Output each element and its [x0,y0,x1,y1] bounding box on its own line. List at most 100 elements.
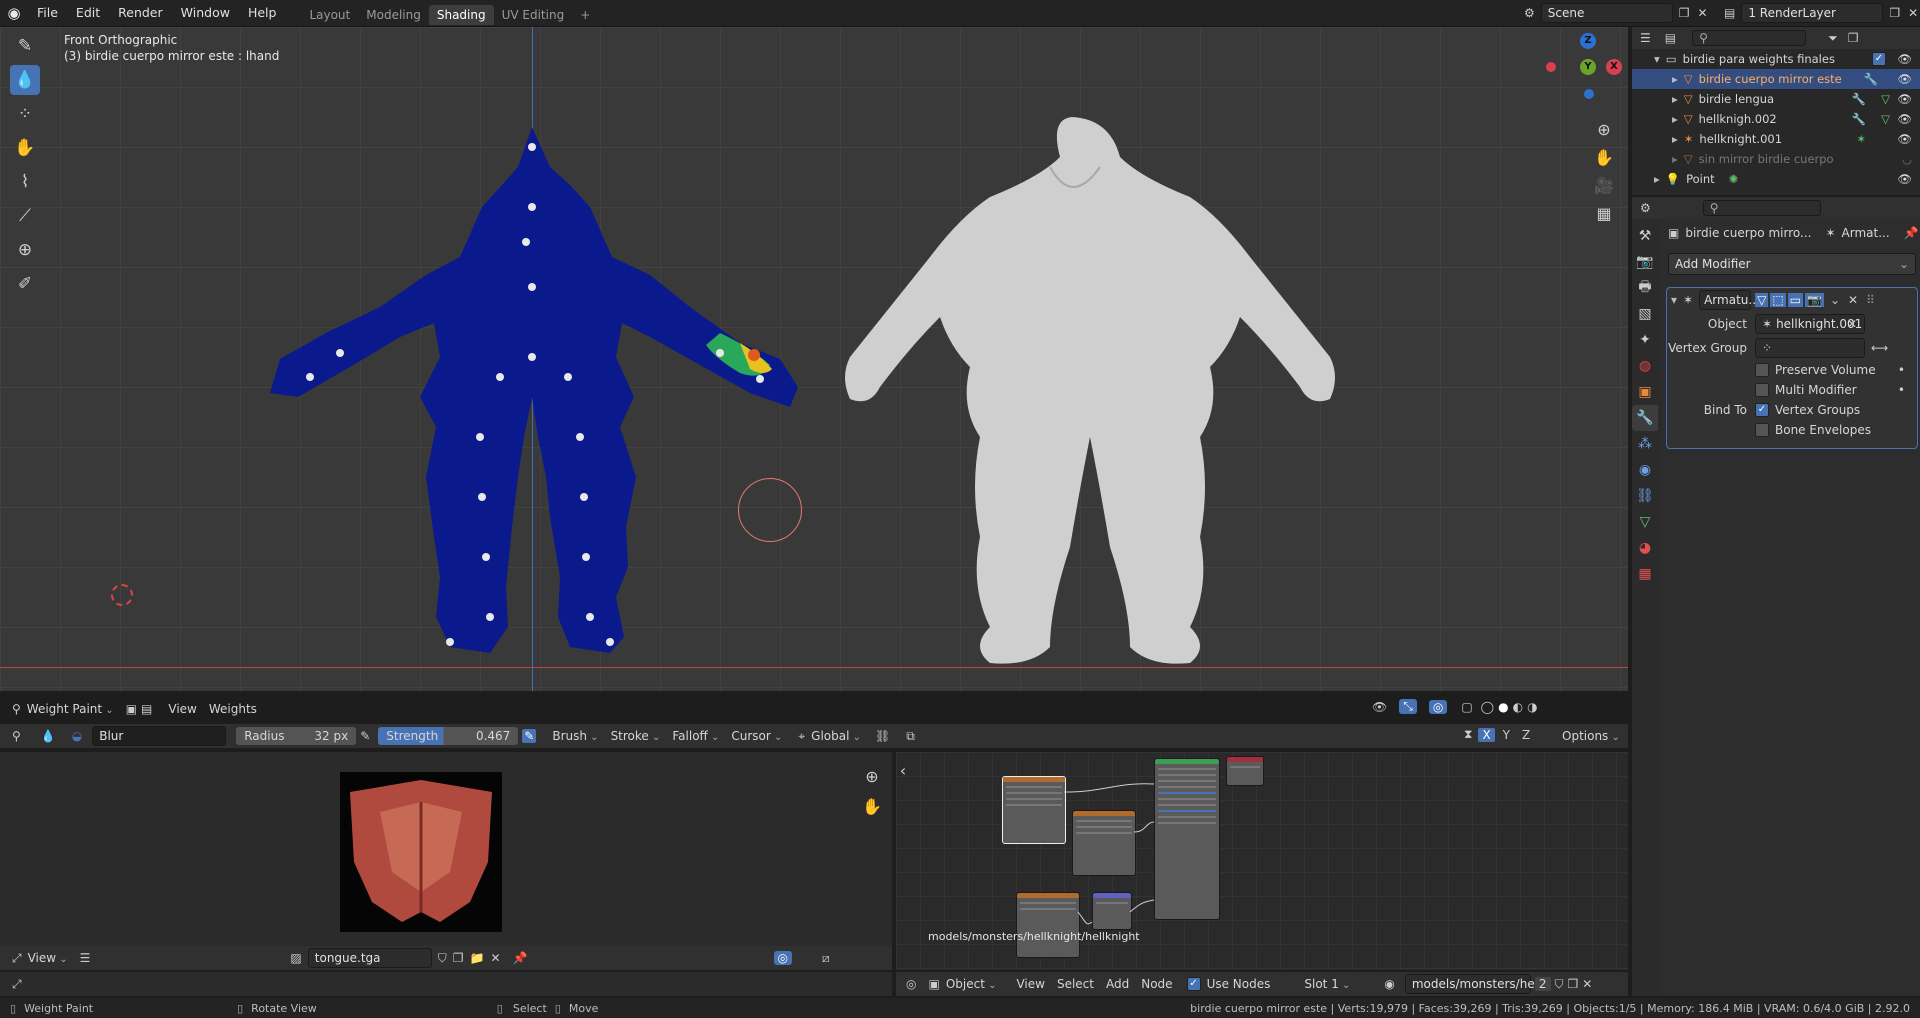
visibility-icon[interactable]: 👁 [1372,700,1387,714]
edit-cage-icon[interactable]: ▽ [1755,293,1769,307]
draw-brush-icon[interactable]: ✎ [10,31,40,61]
image-name-field[interactable]: tongue.tga [307,948,432,968]
node-menu-node[interactable]: Node [1135,974,1178,994]
copy-layer-icon[interactable]: ❐ [1889,6,1900,20]
preserve-volume-checkbox[interactable] [1755,363,1769,377]
weight-paint-mesh[interactable] [250,97,810,677]
fake-user-icon[interactable]: ⛉ [438,951,447,966]
tab-shading[interactable]: Shading [428,4,494,25]
editor-type-icon[interactable]: ⤢ [12,951,22,966]
stroke-menu[interactable]: Stroke [605,726,667,746]
overlay-toggle-icon[interactable]: ◎ [1428,699,1448,714]
average-brush-icon[interactable]: ⁘ [10,99,40,129]
sample-weight-icon[interactable]: ⌇ [10,167,40,197]
mesh-data-icon[interactable]: ▽ [1881,109,1890,129]
scene-icon[interactable]: ⚙ [1524,6,1535,20]
axis-z-toggle[interactable]: Z [1518,728,1534,742]
zoom-icon[interactable]: ⊕ [1590,115,1618,143]
blur-brush-icon[interactable]: 💧 [10,65,40,95]
outliner-item-birdie-lengua[interactable]: ▸ ▽ birdie lengua 🔧 ▽ 👁 [1632,89,1920,109]
node-menu-select[interactable]: Select [1051,974,1100,994]
outliner-item-birdie-cuerpo[interactable]: ▸ ▽ birdie cuerpo mirror este 🔧 👁 [1632,69,1920,89]
radius-pressure-icon[interactable]: ✎ [360,729,370,743]
annotate-icon[interactable]: ✐ [10,269,40,299]
expand-item-icon[interactable]: ▸ [1654,169,1660,189]
physics-tab-icon[interactable]: ◉ [1632,457,1658,483]
strength-pressure-icon[interactable]: ✎ [522,729,537,743]
modifier-wrench-icon[interactable]: 🔧 [1852,109,1866,129]
tab-layout[interactable]: Layout [301,5,358,25]
menu-file[interactable]: File [28,0,67,26]
use-nodes-checkbox[interactable]: ✓ [1186,977,1201,991]
expand-item-icon[interactable]: ▸ [1672,129,1678,149]
gizmo-neg-x[interactable] [1546,62,1556,72]
gizmo-neg-z[interactable] [1584,89,1594,99]
image-view-menu[interactable]: View [22,948,74,968]
axis-x-toggle[interactable]: X [1478,727,1495,742]
outliner-item-hellknight-001[interactable]: ▸ ✶ hellknight.001 ✶ 👁 [1632,129,1920,149]
new-collection-icon[interactable]: ❐ [1848,31,1859,45]
expand-item-icon[interactable]: ▸ [1672,109,1678,129]
brush-preview-icon[interactable]: ◒ [72,729,82,743]
object-tab-icon[interactable]: ▣ [1632,379,1658,405]
brush-name-field[interactable]: Blur [92,726,227,746]
node-menu-view[interactable]: View [1010,974,1050,994]
snap-icon[interactable]: ⧉ [906,729,915,744]
outliner-search[interactable]: ⚲ [1692,30,1807,46]
expand-item-icon[interactable]: ▸ [1672,89,1678,109]
material-shading-icon[interactable]: ◐ [1513,700,1523,714]
render-layer-field[interactable]: 1 RenderLayer [1741,3,1884,23]
unlink-image-icon[interactable]: ✕ [491,951,501,965]
item-visibility-icon[interactable]: 👁 [1897,89,1912,109]
modifier-tab-icon[interactable]: 🔧 [1632,405,1658,431]
menu-view[interactable]: View [162,699,202,719]
preserve-volume-row[interactable]: Preserve Volume • [1667,360,1917,380]
delete-layer-icon[interactable]: ✕ [1908,6,1918,20]
properties-editor-icon[interactable]: ⚙ [1640,201,1651,215]
outliner-item-sin-mirror[interactable]: ▸ ▽ sin mirror birdie cuerpo ◡ [1632,149,1920,169]
cursor-tool-icon[interactable]: ⊕ [10,235,40,265]
collection-visibility-icon[interactable]: 👁 [1897,49,1912,69]
mesh-data-icon[interactable]: ▽ [1881,89,1890,109]
material-name-field[interactable]: models/monsters/he... [1404,974,1546,994]
weight-paint-mode-icon[interactable]: ⚲ [12,702,21,716]
add-modifier-button[interactable]: Add Modifier ⌄ [1668,253,1916,275]
menu-render[interactable]: Render [109,0,172,26]
edit-mode-icon[interactable]: ⬚ [1770,293,1786,307]
keyframe-dot-icon[interactable]: • [1898,363,1905,377]
item-visibility-icon[interactable]: 👁 [1897,169,1912,189]
outliner-item-hellknigh-002[interactable]: ▸ ▽ hellknigh.002 🔧 ▽ 👁 [1632,109,1920,129]
image-overlay-icon[interactable]: ◎ [773,951,792,965]
slot-dropdown[interactable]: Slot 1 [1298,974,1376,994]
vertex-mask-icon[interactable]: ▤ [141,702,152,716]
orientation-dropdown[interactable]: Global [805,726,867,746]
invert-vertex-group-icon[interactable]: ⟷ [1871,341,1888,355]
render-tab-icon[interactable]: 📷 [1632,249,1658,275]
falloff-menu[interactable]: Falloff [666,726,725,746]
constraints-tab-icon[interactable]: ⛓ [1632,483,1658,509]
add-workspace-button[interactable]: + [572,5,598,25]
node-sidebar-toggle-icon[interactable]: ‹ [896,756,910,784]
wireframe-shading-icon[interactable]: ◯ [1481,700,1494,714]
particles-tab-icon[interactable]: ⁂ [1632,431,1658,457]
camera-icon[interactable]: 🎥 [1590,171,1618,199]
world-tab-icon[interactable]: ◍ [1632,353,1658,379]
expand-item-icon[interactable]: ▸ [1672,69,1678,89]
orientation-icon[interactable]: ⌖ [798,729,805,744]
material-tab-icon[interactable]: ◕ [1632,535,1658,561]
cursor-menu[interactable]: Cursor [725,726,788,746]
options-menu[interactable]: Options [1556,726,1626,746]
image-browse-icon[interactable]: ▨ [290,951,301,965]
expand-collection-icon[interactable]: ▾ [1654,49,1660,69]
outliner-item-point[interactable]: ▸ 💡 Point ✺ 👁 [1632,169,1920,189]
copy-scene-icon[interactable]: ❐ [1679,6,1690,20]
texture-tab-icon[interactable]: ▦ [1632,561,1658,587]
hamburger-menu-icon[interactable]: ☰ [80,951,91,965]
solid-shading-icon[interactable]: ● [1498,700,1508,714]
pin-context-icon[interactable]: 📌 [1904,226,1919,240]
keyframe-dot-icon[interactable]: • [1898,383,1905,397]
modifier-wrench-icon[interactable]: 🔧 [1852,89,1866,109]
tab-uv-editing[interactable]: UV Editing [494,5,573,25]
material-unlink-icon[interactable]: ✕ [1582,977,1592,991]
gradient-icon[interactable]: ⟋ [10,201,40,231]
